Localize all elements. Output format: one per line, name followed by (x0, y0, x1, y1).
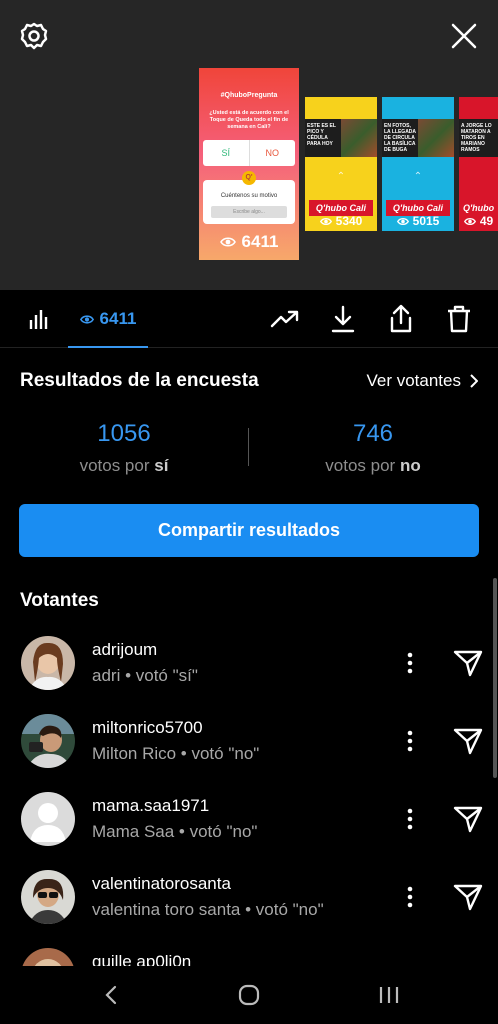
yes-votes-label: votos por sí (79, 456, 169, 475)
story-photo (418, 119, 454, 157)
back-icon[interactable] (86, 978, 136, 1012)
send-message-icon[interactable] (450, 880, 486, 914)
story-view-count: 49 (459, 214, 498, 228)
story-poll-sticker: SÍ NO (203, 140, 295, 166)
story-image: ESTE ES EL PICO Y CÉDULA PARA HOY (305, 119, 377, 157)
story-thumbnail[interactable]: ESTE ES EL PICO Y CÉDULA PARA HOY ⌃ Q'hu… (305, 97, 377, 231)
eye-icon (219, 237, 236, 247)
share-results-button[interactable]: Compartir resultados (19, 504, 479, 557)
bar-chart-icon[interactable] (22, 302, 56, 336)
story-thumbnail[interactable]: EN FOTOS, LA LLEGADA DE CIRCULA LA BASÍL… (382, 97, 454, 231)
story-view-count: 6411 (199, 232, 299, 252)
eye-icon (79, 314, 94, 324)
story-hashtag: #QhuboPregunta (220, 92, 278, 99)
chevron-up-icon: ⌃ (413, 171, 423, 182)
story-thumbnail[interactable]: A JORGE LO MATARON A TIROS EN MARIANO RA… (459, 97, 498, 231)
close-icon[interactable] (444, 16, 484, 56)
story-views-number: 6411 (241, 232, 279, 251)
send-message-icon[interactable] (450, 724, 486, 758)
scrollbar[interactable] (493, 578, 497, 778)
download-icon[interactable] (326, 302, 360, 336)
more-options-icon[interactable] (400, 648, 420, 678)
question-sticker-title: Cuéntenos su motivo (220, 193, 278, 199)
more-options-icon[interactable] (400, 882, 420, 912)
chevron-up-icon: ⌃ (336, 171, 346, 182)
more-options-icon[interactable] (400, 804, 420, 834)
send-message-icon[interactable] (450, 802, 486, 836)
voter-description: adri • votó "sí" (92, 666, 198, 685)
story-badge: Q' (242, 171, 256, 185)
story-view-count: 5015 (382, 214, 454, 228)
voter-row[interactable]: mama.saa1971 Mama Saa • votó "no" (0, 788, 498, 858)
story-photo (341, 119, 377, 157)
voter-row[interactable]: adrijoum adri • votó "sí" (0, 632, 498, 702)
story-headline: ESTE ES EL PICO Y CÉDULA PARA HOY (307, 123, 336, 147)
avatar[interactable] (21, 636, 75, 690)
toolbar-view-count: 6411 (99, 309, 137, 328)
story-insights-toolbar: 6411 (0, 290, 498, 348)
story-views-number: 5015 (412, 214, 440, 228)
trending-up-icon[interactable] (268, 302, 302, 336)
voter-username[interactable]: mama.saa1971 (92, 796, 209, 816)
more-options-icon[interactable] (400, 726, 420, 756)
no-votes-stat: 746 votos por no (273, 420, 473, 476)
voter-username[interactable]: valentinatorosanta (92, 874, 231, 894)
no-votes-label: votos por no (325, 456, 421, 475)
stat-divider (248, 428, 249, 466)
voter-row[interactable]: valentinatorosanta valentina toro santa … (0, 866, 498, 936)
active-tab-indicator (68, 346, 148, 348)
story-view-count: 5340 (305, 214, 377, 228)
poll-option-no: NO (265, 148, 280, 158)
chevron-right-icon (470, 374, 478, 388)
story-views-number: 49 (479, 214, 494, 228)
story-preview-area: #QhuboPregunta ¿Usted está de acuerdo co… (0, 0, 498, 290)
voter-description: valentina toro santa • votó "no" (92, 900, 324, 919)
yes-votes-count: 1056 (97, 420, 151, 447)
settings-gear-icon[interactable] (14, 16, 54, 56)
avatar[interactable] (21, 714, 75, 768)
voter-row[interactable]: miltonrico5700 Milton Rico • votó "no" (0, 710, 498, 780)
eye-icon (463, 217, 476, 225)
tab-viewers[interactable]: 6411 (68, 302, 148, 336)
poll-option-yes: SÍ (203, 140, 250, 166)
system-navigation-bar (0, 966, 498, 1024)
story-thumbnail-selected[interactable]: #QhuboPregunta ¿Usted está de acuerdo co… (199, 68, 299, 260)
story-image: EN FOTOS, LA LLEGADA DE CIRCULA LA BASÍL… (382, 119, 454, 157)
voter-username[interactable]: miltonrico5700 (92, 718, 203, 738)
story-headline: A JORGE LO MATARON A TIROS EN MARIANO RA… (461, 123, 492, 153)
trash-icon[interactable] (442, 302, 476, 336)
story-image: A JORGE LO MATARON A TIROS EN MARIANO RA… (459, 119, 498, 157)
voter-description: Milton Rico • votó "no" (92, 744, 260, 763)
story-headline: EN FOTOS, LA LLEGADA DE CIRCULA LA BASÍL… (384, 123, 416, 153)
question-sticker-input: Escribe algo... (211, 206, 287, 218)
see-voters-label: Ver votantes (366, 371, 461, 390)
story-question: ¿Usted está de acuerdo con el Toque de Q… (209, 110, 289, 130)
see-voters-link[interactable]: Ver votantes (366, 371, 478, 391)
results-title: Resultados de la encuesta (20, 370, 259, 391)
voters-title: Votantes (20, 590, 99, 611)
home-icon[interactable] (224, 978, 274, 1012)
no-votes-count: 746 (352, 420, 394, 447)
yes-votes-stat: 1056 votos por sí (24, 420, 224, 476)
voter-description: Mama Saa • votó "no" (92, 822, 258, 841)
poll-results-header: Resultados de la encuesta Ver votantes (20, 366, 478, 396)
story-views-number: 5340 (335, 214, 363, 228)
avatar[interactable] (21, 870, 75, 924)
default-avatar[interactable] (21, 792, 75, 846)
recent-apps-icon[interactable] (364, 978, 414, 1012)
share-icon[interactable] (384, 302, 418, 336)
story-question-sticker: Cuéntenos su motivo Escribe algo... (203, 180, 295, 224)
eye-icon (319, 217, 332, 225)
eye-icon (396, 217, 409, 225)
voter-username[interactable]: adrijoum (92, 640, 157, 660)
send-message-icon[interactable] (450, 646, 486, 680)
